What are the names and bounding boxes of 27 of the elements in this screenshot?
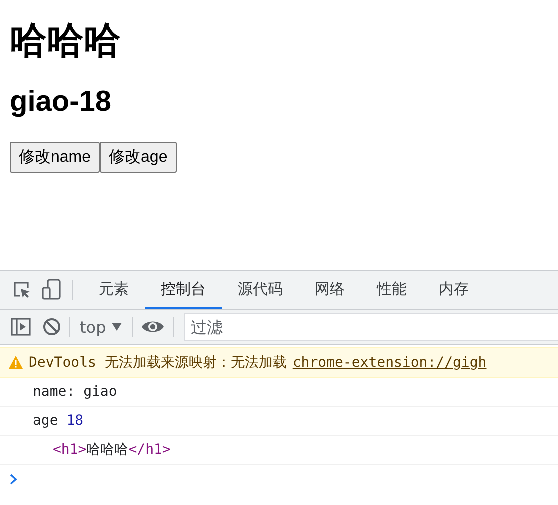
prompt-icon[interactable] — [10, 474, 18, 484]
page-subheading: giao-18 — [10, 85, 112, 120]
log-label: age — [33, 413, 58, 429]
context-dropdown[interactable]: top — [78, 318, 124, 336]
eye-icon[interactable] — [141, 319, 166, 335]
log-message: name: giao — [33, 384, 118, 400]
page-button[interactable]: 修改name — [10, 142, 100, 173]
devtools-tab[interactable]: 性能 — [361, 271, 423, 309]
devtools-tab[interactable]: 源代码 — [222, 271, 299, 309]
device-icon[interactable] — [42, 279, 62, 301]
filter-field[interactable]: 过滤 — [184, 313, 558, 341]
devtools-tab[interactable]: 内存 — [423, 271, 485, 309]
inspect-icon[interactable] — [12, 280, 32, 300]
source-link[interactable]: chrome-extension://gigh — [292, 354, 487, 370]
clear-console-icon[interactable] — [43, 318, 61, 336]
log-number: 18 — [66, 413, 84, 429]
sidebar-toggle-icon[interactable] — [11, 318, 31, 336]
devtools-tab[interactable]: 元素 — [83, 271, 145, 309]
warning-message: DevTools 无法加载来源映射：无法加载 — [29, 354, 287, 372]
element-tag: <h1> — [53, 442, 87, 458]
element-tag: </h1> — [128, 442, 171, 458]
caret-icon — [112, 323, 122, 331]
devtools-tab[interactable]: 网络 — [299, 271, 361, 309]
warning-icon — [9, 356, 23, 369]
page-button[interactable]: 修改age — [100, 142, 177, 173]
page-heading: 哈哈哈 — [10, 18, 121, 64]
element-text: 哈哈哈 — [86, 441, 129, 459]
